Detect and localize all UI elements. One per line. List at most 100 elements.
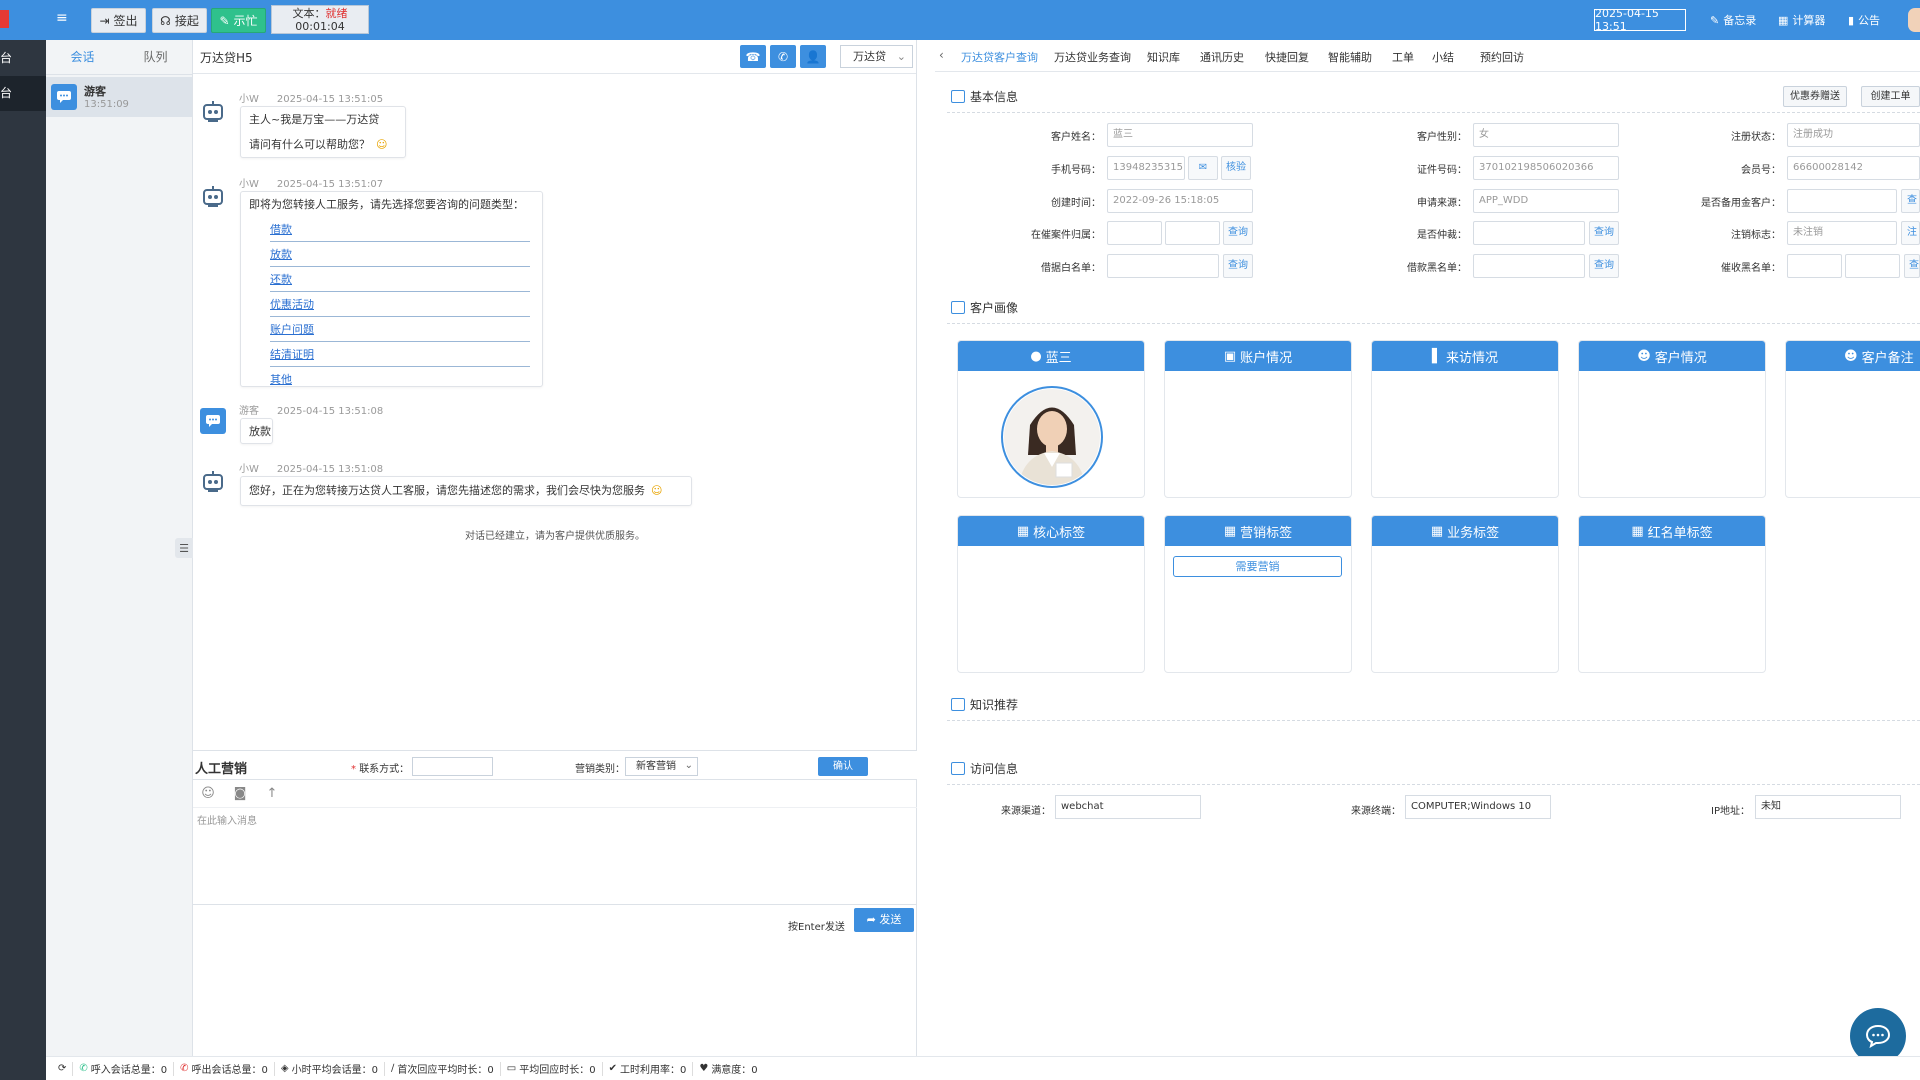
option-link[interactable]: 借款: [270, 217, 530, 242]
ip-label: IP地址：: [1711, 806, 1750, 817]
tab-revisit[interactable]: 预约回访: [1480, 49, 1524, 65]
message-sender: 游客 2025-04-15 13:51:08: [239, 406, 384, 417]
gender-field[interactable]: 女: [1473, 123, 1619, 147]
tab-smart-assist[interactable]: 智能辅助: [1328, 49, 1372, 65]
transfer-call-icon[interactable]: ☎: [740, 45, 766, 68]
reserve-field[interactable]: [1787, 189, 1897, 213]
verify-button[interactable]: 核验: [1221, 156, 1251, 180]
app-logo: [0, 10, 9, 28]
channel-select[interactable]: 万达贷 ⌄: [840, 45, 913, 68]
case-field-2[interactable]: [1165, 221, 1220, 245]
created-field[interactable]: 2022-09-26 15:18:05: [1107, 189, 1253, 213]
message-input[interactable]: 在此输入消息: [193, 808, 917, 904]
tab-customer-query[interactable]: 万达贷客户查询: [961, 49, 1038, 65]
blacklist-field[interactable]: [1473, 254, 1585, 278]
customer-card: ● 蓝三: [957, 340, 1145, 498]
send-button[interactable]: ➦ 发送: [854, 908, 914, 932]
member-field[interactable]: 66600028142: [1787, 156, 1920, 180]
whitelist-query-button[interactable]: 查询: [1223, 254, 1253, 278]
contact-input[interactable]: [412, 757, 493, 776]
nav-item-1[interactable]: 台: [0, 41, 46, 76]
tab-history[interactable]: 通讯历史: [1200, 49, 1244, 65]
chevron-left-icon[interactable]: ‹: [939, 48, 944, 62]
collect-field-2[interactable]: [1845, 254, 1900, 278]
tab-quick-reply[interactable]: 快捷回复: [1265, 49, 1309, 65]
emoji-icon[interactable]: ☺: [200, 786, 216, 802]
marketing-tag-chip[interactable]: 需要营销: [1173, 556, 1342, 577]
tab-summary[interactable]: 小结: [1432, 49, 1454, 65]
grid-icon: ▦: [1430, 523, 1444, 539]
refresh-icon[interactable]: ⟳: [46, 1061, 74, 1076]
collapse-handle-icon[interactable]: ☰: [175, 538, 193, 558]
calculator-link[interactable]: ▦ 计算器: [1778, 0, 1825, 40]
phone-out-icon: ✆: [180, 1063, 189, 1074]
send-row: 按Enter发送 ➦ 发送: [193, 904, 917, 940]
tab-queue[interactable]: 队列: [119, 40, 192, 74]
reg-status-field[interactable]: 注册成功: [1787, 123, 1920, 147]
message-bubble: 主人~我是万宝——万达贷 请问有什么可以帮助您？ ☺: [240, 106, 406, 158]
tab-sessions[interactable]: 会话: [46, 40, 119, 74]
cancel-query-button-edge[interactable]: 注: [1901, 221, 1920, 245]
signout-icon: ⇥: [99, 13, 110, 28]
channel-field[interactable]: webchat: [1055, 795, 1201, 819]
collect-blacklist-label: 催收黑名单：: [1721, 263, 1781, 274]
menu-icon[interactable]: ≡: [56, 10, 68, 26]
id-field[interactable]: 370102198506020366: [1473, 156, 1619, 180]
option-link[interactable]: 其他: [270, 367, 530, 392]
source-field[interactable]: APP_WDD: [1473, 189, 1619, 213]
conversation-item[interactable]: 游客 13:51:09: [46, 77, 192, 117]
stat-utilization: ✔ 工时利用率：0: [603, 1061, 694, 1076]
option-link[interactable]: 还款: [270, 267, 530, 292]
top-bar: ≡ ⇥ 签出 ☊ 接起 ✎ 示忙 文本：就绪 00:01:04 2025-04-15 …: [0, 0, 1920, 40]
notice-link[interactable]: ▮ 公告: [1848, 0, 1880, 40]
terminal-field[interactable]: COMPUTER;Windows 10: [1405, 795, 1551, 819]
camera-icon[interactable]: ◙: [232, 786, 248, 802]
call-out-icon[interactable]: ✆: [770, 45, 796, 68]
smile-emoji-icon: ☺: [376, 138, 388, 151]
upload-icon[interactable]: ↑: [264, 786, 280, 802]
option-link[interactable]: 账户问题: [270, 317, 530, 342]
message-sender: 小W 2025-04-15 13:51:05: [239, 94, 384, 105]
nav-item-2[interactable]: 台: [0, 76, 46, 111]
arbitration-field[interactable]: [1473, 221, 1585, 245]
confirm-button[interactable]: 确认: [818, 757, 868, 776]
customer-panel: ‹ 万达贷客户查询 万达贷业务查询 知识库 通讯历史 快捷回复 智能辅助 工单 …: [935, 40, 1920, 1056]
pickup-button[interactable]: ☊ 接起: [152, 8, 207, 33]
cancel-flag-field[interactable]: 未注销: [1787, 221, 1897, 245]
category-select[interactable]: 新客营销 ⌄: [625, 757, 698, 776]
phone-field[interactable]: 13948235315: [1107, 156, 1185, 180]
name-field[interactable]: 蓝三: [1107, 123, 1253, 147]
arbitration-query-button[interactable]: 查询: [1589, 221, 1619, 245]
tab-ticket[interactable]: 工单: [1392, 49, 1414, 65]
member-label: 会员号：: [1741, 165, 1781, 176]
tab-knowledge[interactable]: 知识库: [1147, 49, 1180, 65]
chevron-down-icon: ⌄: [684, 760, 693, 771]
signout-button[interactable]: ⇥ 签出: [91, 8, 146, 33]
create-ticket-button[interactable]: 创建工单: [1861, 86, 1920, 107]
tab-business-query[interactable]: 万达贷业务查询: [1054, 49, 1131, 65]
whitelist-field[interactable]: [1107, 254, 1219, 278]
user-profile-icon[interactable]: 👤: [800, 45, 826, 68]
customer-note-card: ☻ 客户备注: [1785, 340, 1920, 498]
option-link[interactable]: 放款: [270, 242, 530, 267]
terminal-label: 来源终端：: [1351, 806, 1401, 817]
busy-button[interactable]: ✎ 示忙: [211, 8, 266, 33]
memo-link[interactable]: ✎ 备忘录: [1710, 0, 1756, 40]
case-query-button[interactable]: 查询: [1223, 221, 1253, 245]
account-card: ▣ 账户情况: [1164, 340, 1352, 498]
user-icon: ☻: [1844, 348, 1858, 364]
divider: [947, 323, 1920, 324]
divider: [947, 112, 1920, 113]
option-link[interactable]: 优惠活动: [270, 292, 530, 317]
collect-query-button-edge[interactable]: 查: [1904, 254, 1920, 278]
case-field-1[interactable]: [1107, 221, 1162, 245]
coupon-button[interactable]: 优惠券赠送: [1783, 86, 1847, 107]
query-button-edge[interactable]: 查询: [1901, 189, 1920, 213]
email-icon[interactable]: ✉: [1188, 156, 1218, 180]
blacklist-query-button[interactable]: 查询: [1589, 254, 1619, 278]
option-link[interactable]: 结清证明: [270, 342, 530, 367]
collect-field-1[interactable]: [1787, 254, 1842, 278]
ip-field[interactable]: 未知: [1755, 795, 1901, 819]
user-avatar[interactable]: [1908, 8, 1920, 32]
customer-card-header: ● 蓝三: [958, 341, 1144, 371]
